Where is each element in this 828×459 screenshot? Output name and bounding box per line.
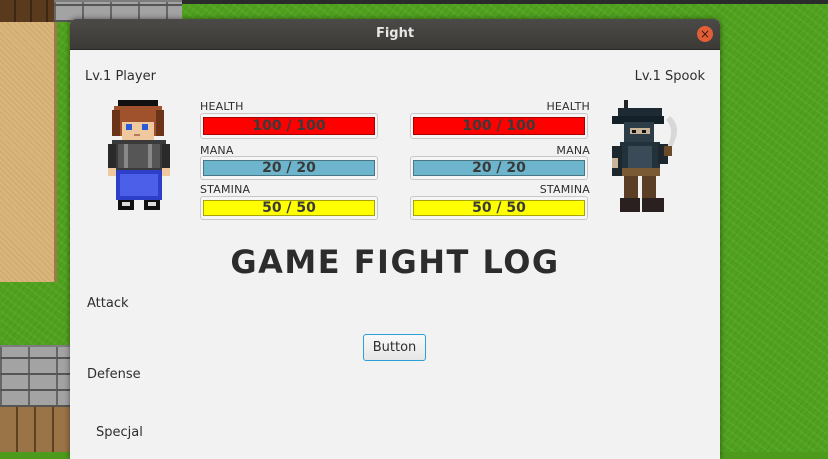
player-health-value: 100 / 100 (203, 117, 375, 135)
enemy-health-value: 100 / 100 (413, 117, 585, 135)
fight-log-title: GAME FIGHT LOG (230, 243, 560, 281)
top-edge (182, 0, 828, 4)
player-mana-value: 20 / 20 (203, 160, 375, 176)
wood-floor-top (0, 0, 54, 22)
fight-content: Lv.1 Player Lv.1 Spook HEALTH 100 / 100 … (70, 50, 720, 459)
player-mana-bar: 20 / 20 (200, 156, 378, 180)
enemy-mana-value: 20 / 20 (413, 160, 585, 176)
enemy-health-label: HEALTH (546, 100, 590, 113)
enemy-health-bar: 100 / 100 (410, 113, 588, 139)
attack-option[interactable]: Attack (87, 296, 129, 311)
player-stamina-label: STAMINA (200, 183, 251, 196)
player-sprite (108, 100, 170, 210)
special-option[interactable]: Specjal (96, 425, 143, 440)
stone-wall-left (0, 345, 70, 407)
player-health-label: HEALTH (200, 100, 244, 113)
fight-window: Fight × Lv.1 Player Lv.1 Spook HEALTH 10… (70, 19, 720, 459)
title-bar[interactable]: Fight × (70, 19, 720, 50)
action-button[interactable]: Button (363, 334, 426, 361)
player-stamina-bar: 50 / 50 (200, 196, 378, 220)
close-icon: × (699, 27, 711, 41)
player-name: Lv.1 Player (85, 69, 156, 84)
window-title: Fight (375, 26, 415, 41)
enemy-stamina-bar: 50 / 50 (410, 196, 588, 220)
enemy-sprite (612, 100, 677, 212)
enemy-name: Lv.1 Spook (634, 69, 705, 84)
close-button[interactable]: × (697, 26, 713, 42)
enemy-mana-bar: 20 / 20 (410, 156, 588, 180)
enemy-stamina-value: 50 / 50 (413, 200, 585, 216)
defense-option[interactable]: Defense (87, 367, 141, 382)
player-health-bar: 100 / 100 (200, 113, 378, 139)
player-stamina-value: 50 / 50 (203, 200, 375, 216)
wood-floor-bottom (0, 407, 70, 452)
sand-path (0, 22, 57, 282)
enemy-stamina-label: STAMINA (539, 183, 590, 196)
